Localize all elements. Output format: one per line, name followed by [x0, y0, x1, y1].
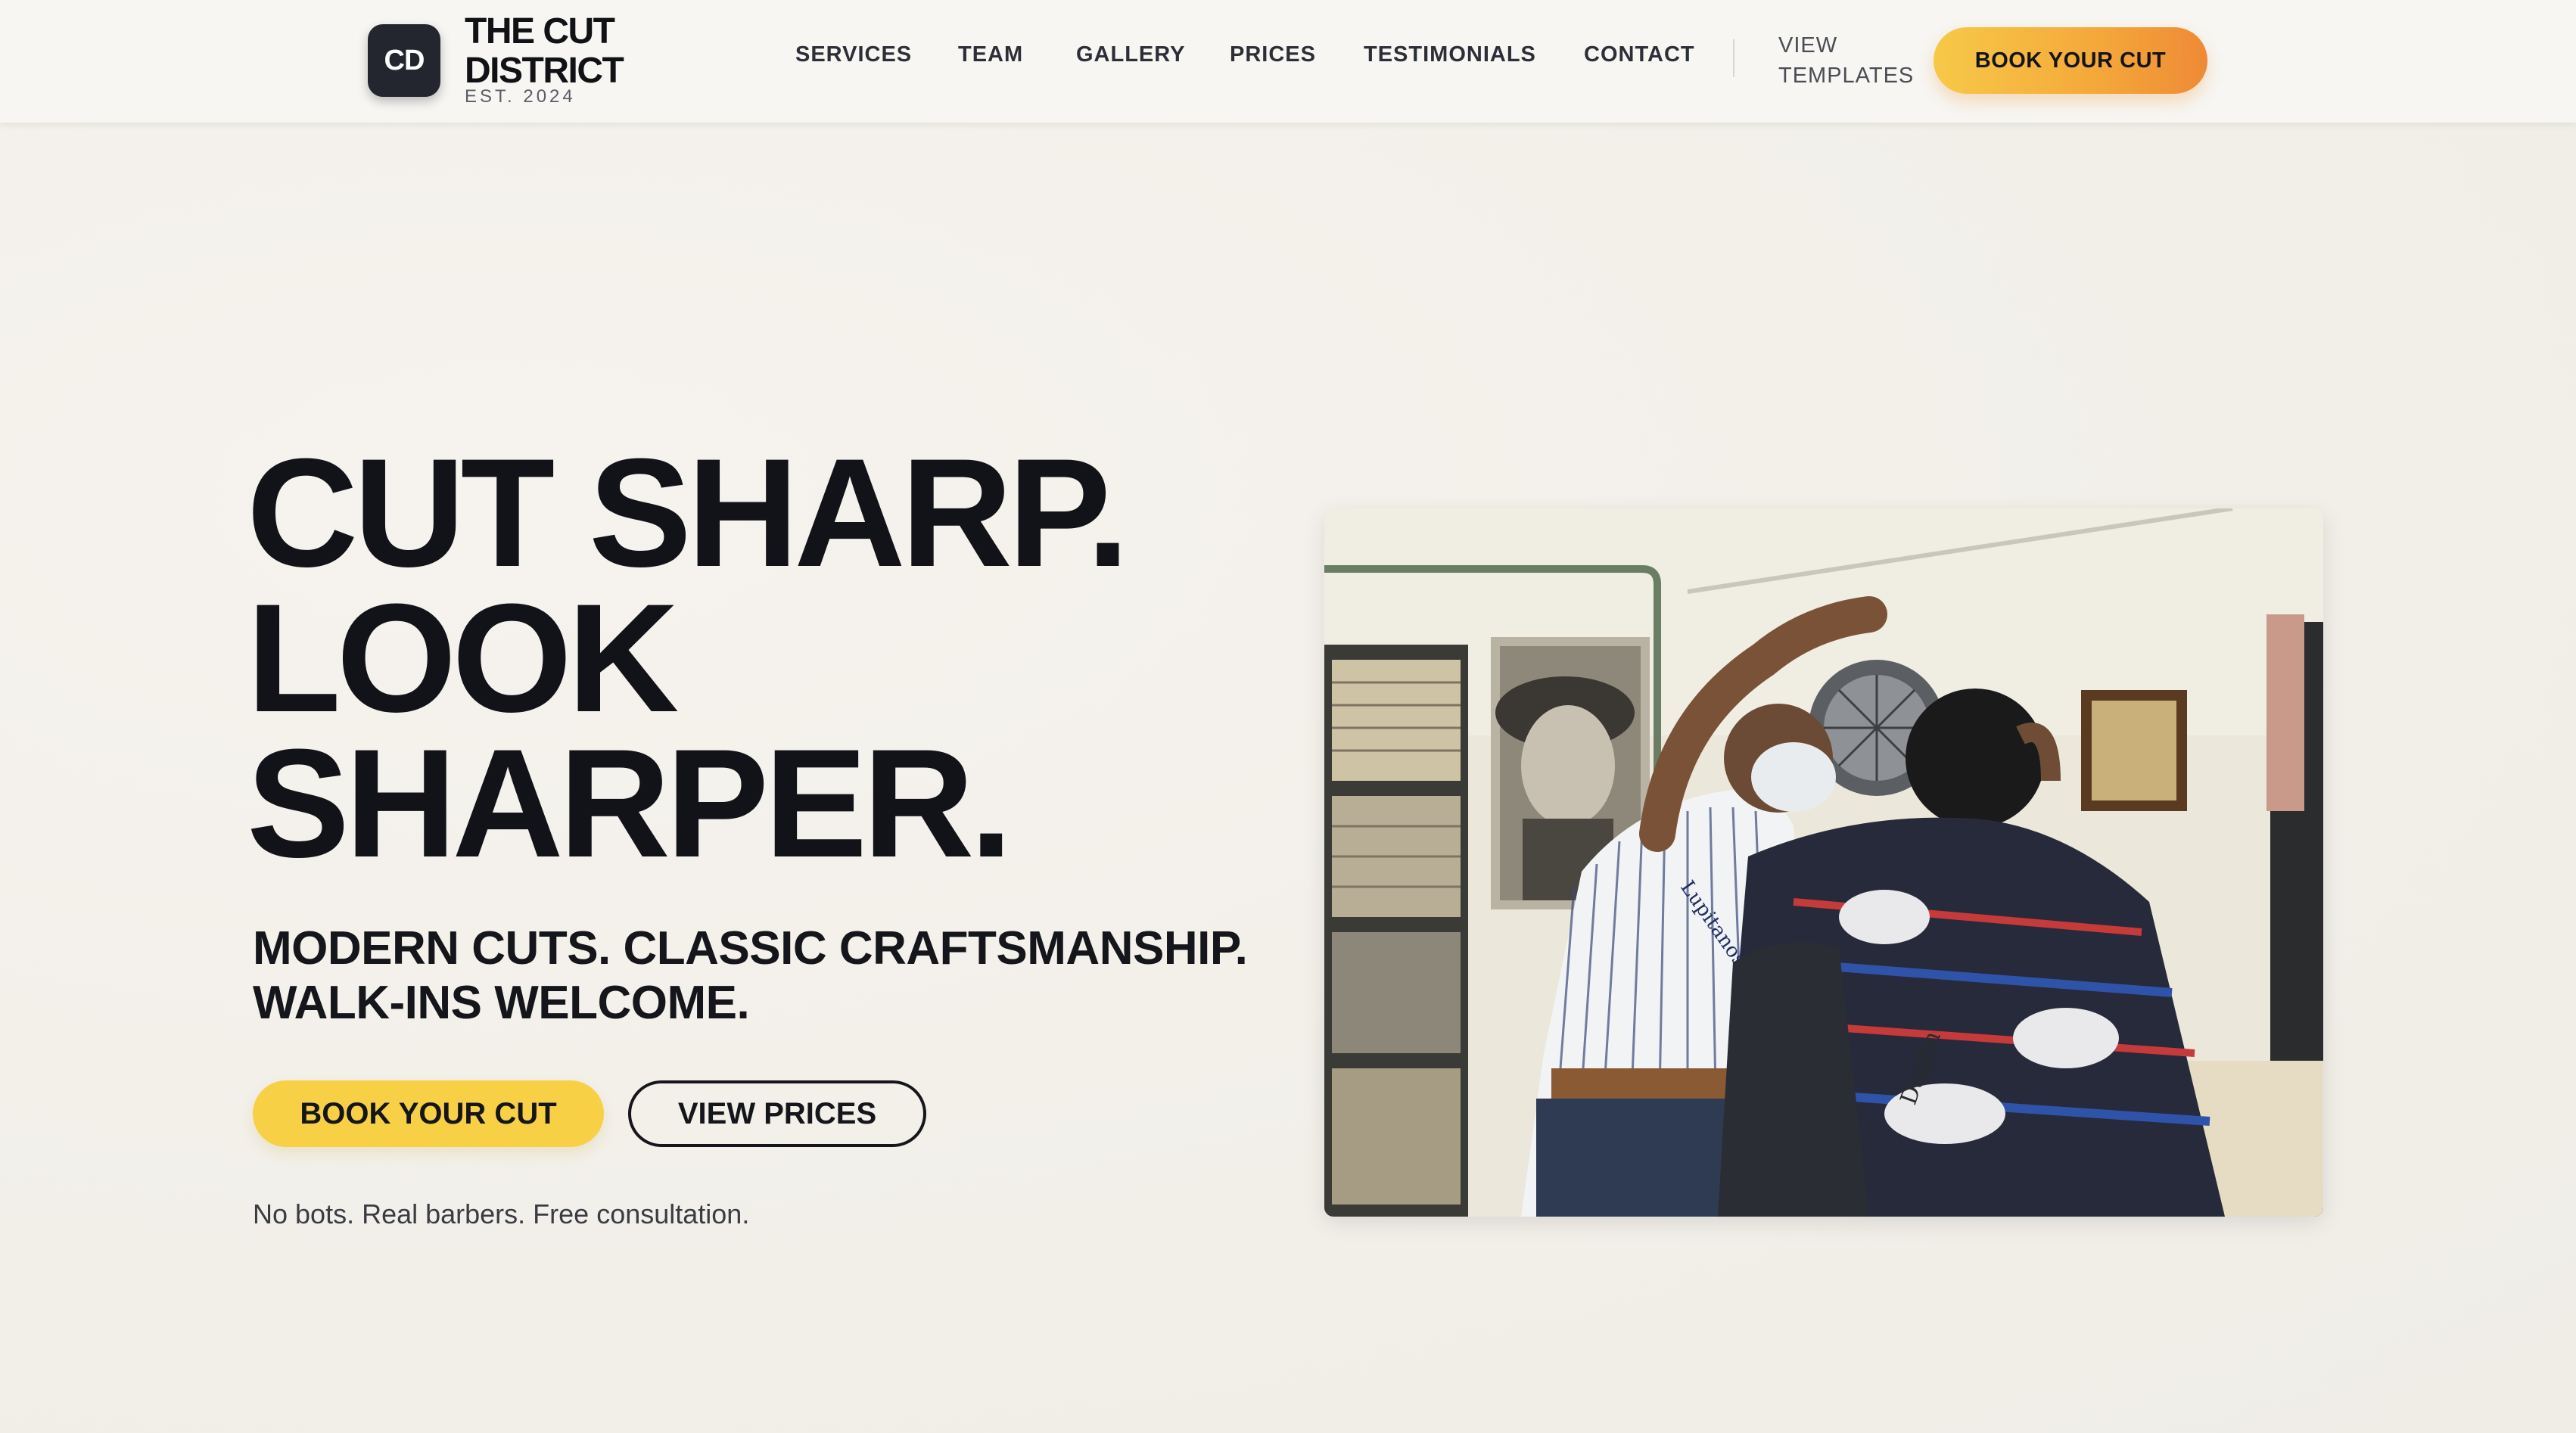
book-your-cut-button[interactable]: BOOK YOUR CUT: [253, 1080, 604, 1147]
nav-divider: [1733, 39, 1734, 77]
hero-title-line: CUT SHARP.: [247, 427, 1129, 599]
view-prices-button[interactable]: VIEW PRICES: [628, 1080, 926, 1147]
hero-title-line: SHARPER.: [247, 717, 1013, 890]
page: CD THE CUT DISTRICT EST. 2024 SERVICES T…: [0, 0, 2576, 1433]
hero-subtitle-line: WALK-INS WELCOME.: [253, 977, 750, 1029]
hero-note: No bots. Real barbers. Free consultation…: [253, 1198, 750, 1229]
nav-team[interactable]: TEAM: [958, 42, 1023, 67]
brand-name[interactable]: THE CUT DISTRICT: [465, 12, 661, 91]
nav-testimonials[interactable]: TESTIMONIALS: [1364, 42, 1536, 67]
nav-contact[interactable]: CONTACT: [1584, 42, 1695, 67]
nav-gallery[interactable]: GALLERY: [1076, 42, 1185, 67]
hero-title-line: LOOK: [247, 572, 679, 744]
logo-badge[interactable]: CD: [368, 24, 440, 97]
hero-subtitle: MODERN CUTS. CLASSIC CRAFTSMANSHIP. WALK…: [253, 922, 1312, 1030]
brand-established: EST. 2024: [465, 86, 576, 107]
hero-subtitle-line: MODERN CUTS. CLASSIC CRAFTSMANSHIP.: [253, 922, 1248, 975]
site-header: CD THE CUT DISTRICT EST. 2024 SERVICES T…: [0, 0, 2576, 123]
barber-photo-illustration: Lupitanos Dagfin: [1324, 508, 2323, 1217]
hero-title: CUT SHARP. LOOK SHARPER.: [247, 427, 1306, 890]
view-templates-link[interactable]: VIEW TEMPLATES: [1778, 30, 1930, 91]
nav-services[interactable]: SERVICES: [795, 42, 912, 67]
header-book-button[interactable]: BOOK YOUR CUT: [1934, 27, 2207, 94]
hero-barber-photo: Lupitanos Dagfin: [1324, 508, 2323, 1217]
nav-prices[interactable]: PRICES: [1230, 42, 1316, 67]
